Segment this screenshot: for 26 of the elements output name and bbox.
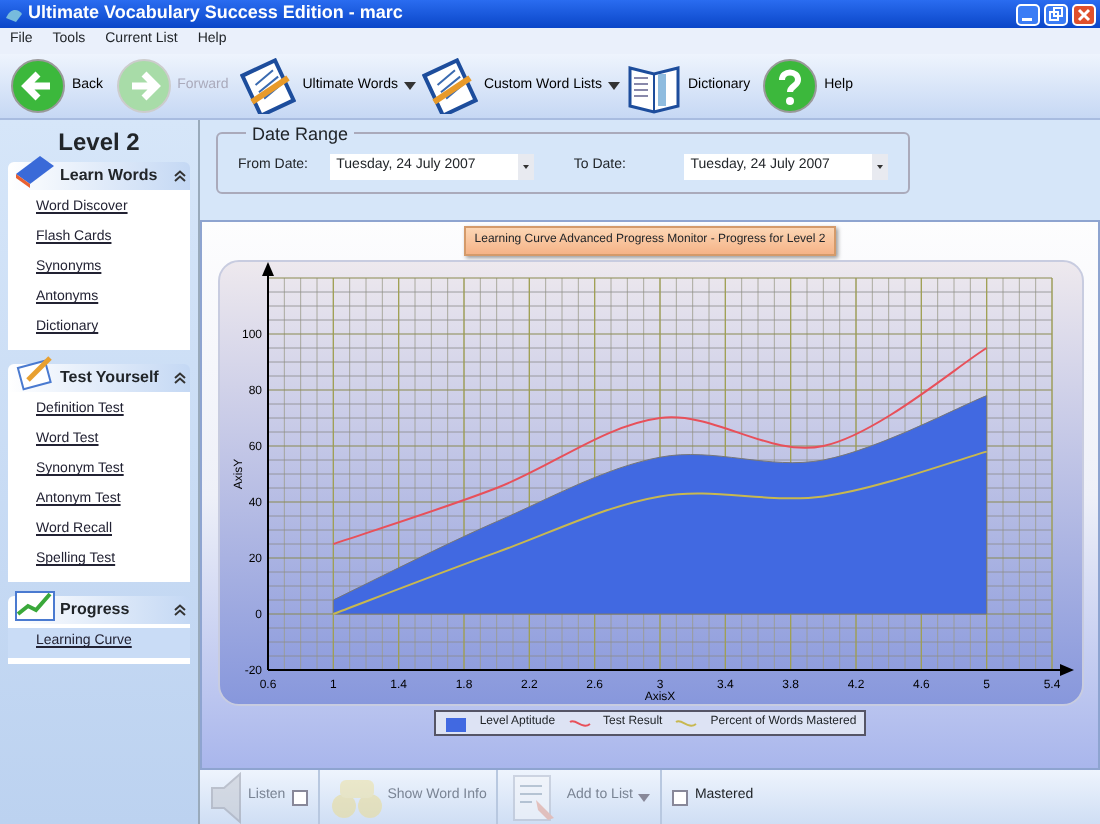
collapse-chevron-icon[interactable] [174,170,186,182]
restore-button[interactable] [1044,3,1068,25]
help-icon [762,58,819,114]
window-title: Ultimate Vocabulary Success Edition - marc [28,0,405,27]
book-icon [12,150,56,190]
close-button[interactable] [1072,3,1096,25]
legend-line-icon [674,715,699,731]
legend-line-icon [567,715,592,731]
collapse-chevron-icon[interactable] [174,372,186,384]
speaker-icon [210,771,242,823]
checkbox[interactable] [672,789,689,805]
collapse-chevron-icon[interactable] [174,604,186,616]
group-title: Date Range [246,122,355,149]
group-title: Progress [60,598,132,622]
app-icon [4,5,24,23]
dropdown-caret-icon[interactable] [607,82,620,90]
dropdown-caret-icon [872,153,889,179]
group-header[interactable]: Progress [8,596,190,624]
dropdown-caret-icon[interactable] [403,82,416,90]
minimize-button[interactable] [1016,3,1040,25]
level-heading: Level 2 [56,126,142,160]
legend-swatch-icon [443,715,468,731]
group-title: Learn Words [60,164,160,188]
group-header[interactable]: Learn Words [8,162,190,190]
group-title: Test Yourself [60,366,161,390]
dropdown-caret-icon [517,153,534,179]
